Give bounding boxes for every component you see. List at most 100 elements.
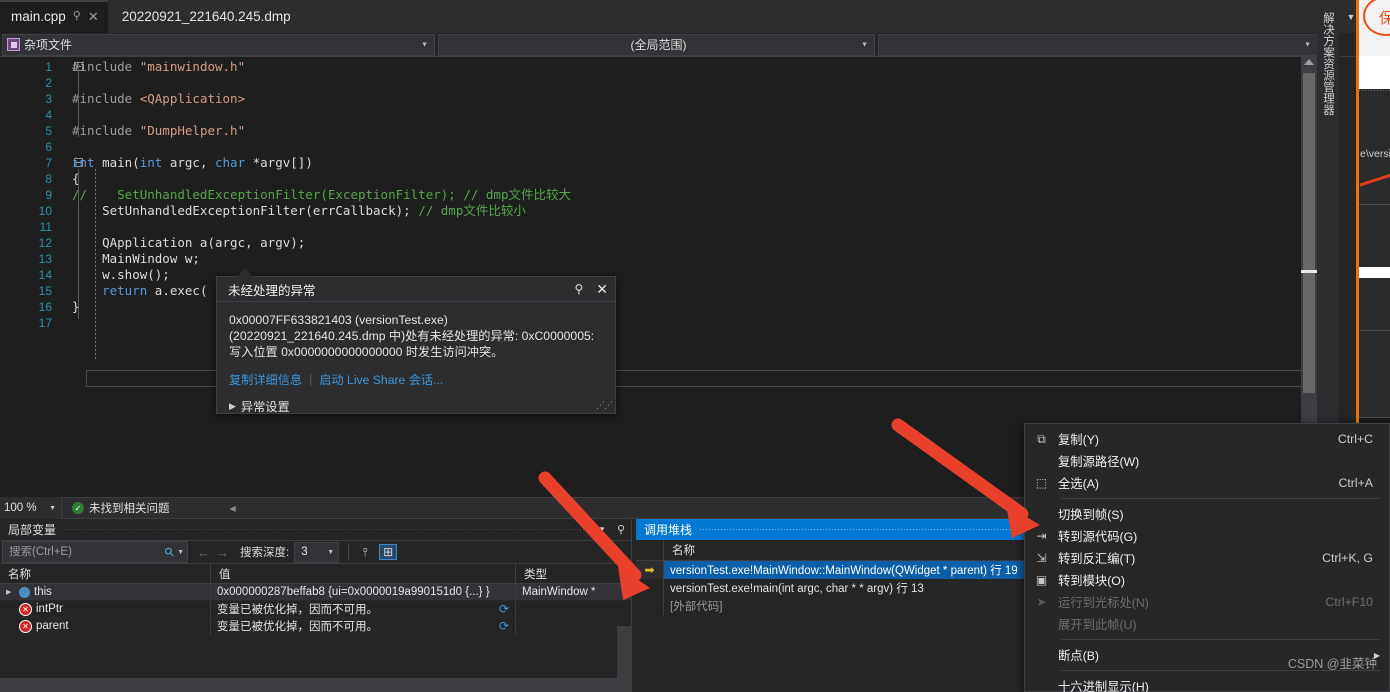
pin-icon[interactable]: ⚲: [73, 11, 81, 22]
code-line: 4: [0, 107, 1317, 123]
exception-popup-links: 复制详细信息 | 启动 Live Share 会话...: [229, 370, 603, 388]
menu-item-label: 切换到帧(S): [1058, 508, 1124, 522]
project-dropdown[interactable]: 杂项文件 ▼: [2, 33, 435, 56]
locals-column-headers: 名称 值 类型: [0, 563, 631, 584]
menu-item[interactable]: ⧉ 复制(Y) Ctrl+C: [1025, 428, 1389, 450]
call-stack-title-bar: 调用堆栈: [636, 519, 1024, 540]
table-row[interactable]: ▶ this 0x000000287beffab8 {ui=0x0000019a99…: [0, 583, 631, 601]
code-text: int main(int argc, char *argv[]): [72, 155, 313, 170]
refresh-icon[interactable]: ⟳: [499, 602, 509, 616]
popup-pointer: [237, 268, 253, 277]
visual-studio-window: main.cpp ⚲ ✕ 20220921_221640.245.dmp ▼ ⚙…: [0, 0, 1390, 692]
chevron-down-icon[interactable]: ▼: [598, 525, 606, 534]
exception-popup[interactable]: 未经处理的异常 ⚲ ✕ 0x00007FF633821403 (versionT…: [216, 268, 616, 415]
tab-main-cpp[interactable]: main.cpp ⚲ ✕: [0, 0, 108, 33]
line-number: 12: [38, 236, 52, 250]
column-header-value[interactable]: 值: [211, 563, 516, 584]
locals-vertical-scrollbar[interactable]: [617, 626, 631, 678]
column-header-name[interactable]: 名称: [0, 563, 211, 584]
goto-module-icon: ▣: [1035, 573, 1048, 587]
locals-horizontal-scrollbar[interactable]: [0, 678, 632, 692]
cell-name: ✕ intPtr: [0, 600, 211, 618]
line-number: 4: [45, 108, 52, 122]
arrow-right-icon[interactable]: →: [216, 545, 229, 560]
menu-item[interactable]: ⬚ 全选(A) Ctrl+A: [1025, 472, 1389, 494]
variable-name: this: [34, 586, 52, 598]
hex-display-icon[interactable]: ⊞: [379, 544, 398, 560]
frame-label: versionTest.exe!main(int argc, char * * …: [670, 583, 924, 595]
call-stack-frame[interactable]: [外部代码]: [636, 597, 1024, 615]
copy-icon: ⧉: [1037, 431, 1046, 446]
member-dropdown[interactable]: ▼: [878, 33, 1318, 56]
refresh-icon[interactable]: ⟳: [499, 619, 509, 633]
line-number: 7: [45, 156, 52, 170]
menu-item[interactable]: 切换到帧(S): [1025, 503, 1389, 525]
search-depth-dropdown[interactable]: 3 ▼: [294, 541, 340, 563]
code-text: #include "mainwindow.h": [72, 59, 246, 74]
column-header-type[interactable]: 类型: [516, 564, 631, 584]
select-all-icon: ⬚: [1035, 476, 1048, 490]
pin-icon[interactable]: ⚲: [617, 523, 625, 536]
cell-type: MainWindow *: [522, 586, 596, 598]
close-icon[interactable]: ✕: [596, 281, 608, 298]
line-number: 6: [45, 140, 52, 154]
exception-detail-line-2: 写入位置 0x0000000000000000 时发生访问冲突。: [229, 345, 504, 359]
zoom-level-dropdown[interactable]: 100 % ▼: [0, 497, 62, 519]
menu-item-label: 转到模块(O): [1058, 574, 1125, 588]
resize-grip-icon[interactable]: ⋰⋰: [596, 400, 613, 411]
scroll-up-icon[interactable]: [1304, 59, 1314, 65]
triangle-left-icon[interactable]: ◀: [230, 504, 236, 513]
menu-item-label: 运行到光标处(N): [1058, 596, 1149, 610]
exception-settings-label: 异常设置: [240, 400, 290, 414]
close-icon[interactable]: ✕: [88, 10, 99, 23]
cell-value[interactable]: 0x000000287beffab8 {ui=0x0000019a990151d…: [211, 583, 516, 601]
menu-item[interactable]: ⇲ 转到反汇编(T) Ctrl+K, G: [1025, 547, 1389, 569]
column-header-name[interactable]: 名称: [664, 542, 695, 558]
menu-item-label: 复制(Y): [1058, 433, 1099, 447]
menu-item[interactable]: ⇥ 转到源代码(G): [1025, 525, 1389, 547]
search-input[interactable]: [9, 546, 166, 558]
cell-value[interactable]: 变量已被优化掉，因而不可用。 ⟳: [211, 600, 516, 618]
arrow-left-icon[interactable]: ←: [197, 545, 210, 560]
misc-files-icon: [7, 38, 20, 51]
table-row[interactable]: ✕ intPtr 变量已被优化掉，因而不可用。 ⟳: [0, 600, 631, 618]
exception-settings-toggle[interactable]: ▶ 异常设置: [229, 397, 603, 415]
pin-icon[interactable]: ⚲: [574, 282, 583, 296]
menu-item-shortcut: Ctrl+C: [1337, 432, 1373, 446]
line-number: 1: [45, 60, 52, 74]
call-stack-frame[interactable]: ➡ versionTest.exe!MainWindow::MainWindow(…: [636, 561, 1024, 579]
error-x-icon: ✕: [19, 619, 32, 633]
table-row[interactable]: ✕ parent 变量已被优化掉，因而不可用。 ⟳: [0, 617, 631, 635]
menu-item[interactable]: 复制源路径(W): [1025, 450, 1389, 472]
triangle-right-icon[interactable]: ▶: [6, 588, 15, 596]
menu-item[interactable]: ▣ 转到模块(O): [1025, 569, 1389, 591]
code-text: #include "DumpHelper.h": [72, 123, 246, 138]
scope-dropdown[interactable]: (全局范围) ▼: [438, 33, 875, 56]
code-line: 17: [0, 315, 1317, 331]
overlay-dark-band-2: [1359, 204, 1390, 267]
pin-filter-icon[interactable]: ⫯: [356, 545, 374, 560]
cell-value[interactable]: 变量已被优化掉，因而不可用。 ⟳: [211, 617, 516, 635]
fold-guide-line: [78, 65, 79, 137]
project-dropdown-label: 杂项文件: [24, 38, 73, 52]
code-line: 14 w.show();: [0, 267, 1317, 283]
chevron-down-icon[interactable]: ▼: [177, 549, 184, 556]
exception-detail-line-1: (20220921_221640.245.dmp 中)处有未经处理的异常: 0x…: [229, 329, 595, 343]
call-stack-context-menu[interactable]: ⧉ 复制(Y) Ctrl+C 复制源路径(W) ⬚ 全选(A) Ctrl+A 切换到帧(S) ⇥…: [1024, 423, 1390, 692]
code-text: // SetUnhandledExceptionFilter(Exception…: [72, 187, 571, 202]
copy-details-link[interactable]: 复制详细信息: [229, 370, 302, 388]
call-stack-rows: ➡ versionTest.exe!MainWindow::MainWindow(…: [636, 561, 1024, 615]
search-input-wrapper[interactable]: ⚲ ▼: [2, 541, 188, 563]
menu-item[interactable]: 十六进制显示(H): [1025, 675, 1389, 692]
line-number: 11: [39, 220, 52, 234]
code-line: 16}: [0, 299, 1317, 315]
call-stack-column-headers: 名称: [636, 539, 1024, 561]
code-line: 8{: [0, 171, 1317, 187]
tab-dump-file[interactable]: 20220921_221640.245.dmp: [107, 0, 300, 33]
scroll-thumb[interactable]: [1303, 73, 1315, 393]
call-stack-frame[interactable]: versionTest.exe!main(int argc, char * * …: [636, 579, 1024, 597]
chevron-down-icon[interactable]: ▼: [1347, 12, 1356, 22]
live-share-link[interactable]: 启动 Live Share 会话...: [319, 370, 443, 388]
exception-popup-header: 未经处理的异常 ⚲ ✕: [217, 277, 615, 302]
search-depth-value: 3: [301, 546, 308, 558]
